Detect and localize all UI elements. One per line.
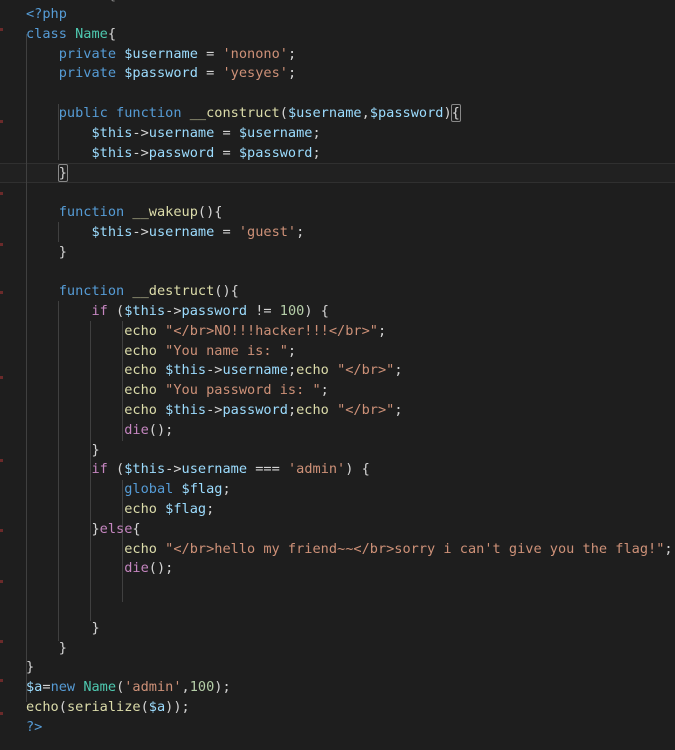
bracket-match-highlight: { xyxy=(450,103,461,122)
code-line[interactable]: } xyxy=(0,441,675,461)
code-line-text: private $password = 'yesyes'; xyxy=(58,65,297,82)
code-line[interactable] xyxy=(0,84,675,104)
code-line-text: ?> xyxy=(26,718,43,735)
code-line-text: private $username = 'nonono'; xyxy=(58,45,297,62)
code-line[interactable]: $this->username = 'guest'; xyxy=(0,223,675,243)
code-line[interactable]: function __destruct(){ xyxy=(0,282,675,302)
code-line-text: global $flag; xyxy=(124,481,231,498)
code-line[interactable]: } xyxy=(0,619,675,639)
code-line[interactable]: global $flag; xyxy=(0,480,675,500)
code-line[interactable]: echo "</br>NO!!!hacker!!!</br>"; xyxy=(0,322,675,342)
code-line-text: } xyxy=(26,164,68,183)
code-line[interactable]: echo $this->username;echo "</br>"; xyxy=(0,361,675,381)
code-line-text: function __wakeup(){ xyxy=(58,203,223,220)
code-line[interactable]: echo(serialize($a)); xyxy=(0,698,675,718)
code-line-text: echo "</br>hello my friend~~</br>sorry i… xyxy=(124,540,673,557)
code-line[interactable]: private $username = 'nonono'; xyxy=(0,45,675,65)
code-line[interactable]: echo $this->password;echo "</br>"; xyxy=(0,401,675,421)
code-line-text: } xyxy=(91,619,100,636)
code-line-text: echo "You name is: "; xyxy=(124,342,297,359)
code-line-text: echo "You password is: "; xyxy=(124,382,329,399)
bracket-match-highlight: } xyxy=(57,164,68,183)
code-line[interactable]: } xyxy=(0,243,675,263)
code-line[interactable]: $this->password = $password; xyxy=(0,144,675,164)
code-line[interactable]: die(); xyxy=(0,421,675,441)
code-line-text: class Name{ xyxy=(26,0,116,3)
code-line-text: } xyxy=(58,639,67,656)
code-line-text: echo(serialize($a)); xyxy=(26,698,190,715)
code-line[interactable]: if ($this->username === 'admin') { xyxy=(0,460,675,480)
code-line-text: echo $this->password;echo "</br>"; xyxy=(124,401,403,418)
code-line-text: $this->username = $username; xyxy=(91,124,321,141)
code-line[interactable] xyxy=(0,262,675,282)
code-line-text: }else{ xyxy=(91,520,141,537)
code-line-text: function __destruct(){ xyxy=(58,283,239,300)
code-line[interactable] xyxy=(0,579,675,599)
code-line[interactable]: public function __construct($username,$p… xyxy=(0,103,675,124)
code-line[interactable]: echo "You password is: "; xyxy=(0,381,675,401)
code-line-text: if ($this->password != 100) { xyxy=(91,302,329,319)
code-line-text: } xyxy=(91,441,100,458)
code-line-current[interactable]: } xyxy=(0,163,675,184)
code-line[interactable]: echo $flag; xyxy=(0,500,675,520)
code-line[interactable]: ?> xyxy=(0,718,675,738)
code-line[interactable] xyxy=(0,599,675,619)
code-line-text: echo $this->username;echo "</br>"; xyxy=(124,362,403,379)
code-line[interactable]: $a=new Name('admin',100); xyxy=(0,678,675,698)
code-line[interactable]: <?php xyxy=(0,5,675,25)
code-line[interactable]: echo "</br>hello my friend~~</br>sorry i… xyxy=(0,540,675,560)
code-line-text: echo "</br>NO!!!hacker!!!</br>"; xyxy=(124,322,387,339)
code-line[interactable]: private $password = 'yesyes'; xyxy=(0,64,675,84)
code-line-text: die(); xyxy=(124,560,174,577)
code-line[interactable]: } xyxy=(0,639,675,659)
code-editor-pane[interactable]: class Name{ <?php class Name{ private $u… xyxy=(0,0,675,750)
code-line-text: if ($this->username === 'admin') { xyxy=(91,461,370,478)
code-line-text: echo $flag; xyxy=(124,500,215,517)
code-line[interactable] xyxy=(0,183,675,203)
code-line[interactable]: }else{ xyxy=(0,520,675,540)
code-line-text: <?php xyxy=(26,6,67,22)
code-line[interactable]: } xyxy=(0,658,675,678)
code-line[interactable]: echo "You name is: "; xyxy=(0,342,675,362)
code-lines-container[interactable]: class Name{ <?php class Name{ private $u… xyxy=(0,0,675,750)
code-line[interactable]: if ($this->password != 100) { xyxy=(0,302,675,322)
code-line-text: public function __construct($username,$p… xyxy=(58,103,461,122)
code-line-text: $this->username = 'guest'; xyxy=(91,223,305,240)
code-line[interactable]: $this->username = $username; xyxy=(0,124,675,144)
code-line-text: $this->password = $password; xyxy=(91,144,321,161)
code-line[interactable]: die(); xyxy=(0,559,675,579)
code-line-text: } xyxy=(26,659,35,676)
code-line-text: die(); xyxy=(124,421,174,438)
code-line[interactable]: function __wakeup(){ xyxy=(0,203,675,223)
code-line-text: $a=new Name('admin',100); xyxy=(26,679,231,696)
code-line-text: } xyxy=(58,243,67,260)
code-line[interactable]: class Name{ xyxy=(0,25,675,45)
code-line-text: class Name{ xyxy=(26,25,117,42)
